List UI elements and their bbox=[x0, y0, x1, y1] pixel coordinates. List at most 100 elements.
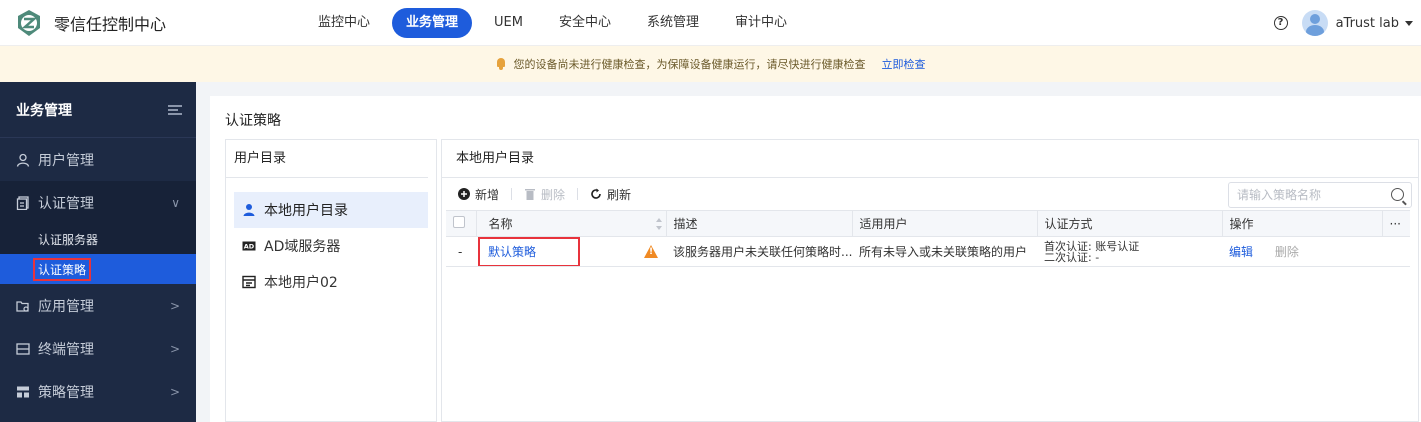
folder-gear-icon bbox=[16, 300, 29, 312]
sidebar-subitem-label: 认证策略 bbox=[33, 257, 92, 281]
chevron-right-icon: > bbox=[169, 384, 180, 399]
chevron-right-icon: > bbox=[169, 298, 180, 313]
sidebar-subitem-auth-policy[interactable]: 认证策略 bbox=[0, 254, 196, 284]
policy-users: 所有未导入或未关联策略的用户 bbox=[852, 236, 1037, 267]
nav-security[interactable]: 安全中心 bbox=[545, 8, 625, 38]
directory-item-ad[interactable]: AD AD域服务器 bbox=[234, 228, 428, 264]
page-title: 认证策略 bbox=[225, 113, 281, 129]
app-title: 零信任控制中心 bbox=[54, 14, 167, 34]
user-area: ? aTrust lab bbox=[1273, 0, 1413, 46]
policy-auth: 首次认证: 账号认证 二次认证: - bbox=[1037, 236, 1222, 267]
delete-link[interactable]: 删除 bbox=[1275, 245, 1299, 259]
user-icon bbox=[16, 153, 30, 167]
sidebar-item-label: 策略管理 bbox=[38, 384, 94, 401]
zero-trust-logo-icon bbox=[18, 9, 40, 36]
sidebar-item-label: 终端管理 bbox=[38, 341, 94, 358]
auth-second: 二次认证: - bbox=[1044, 250, 1100, 264]
select-all-checkbox[interactable] bbox=[453, 216, 465, 228]
policy-grid-icon bbox=[17, 386, 29, 397]
caret-down-icon[interactable] bbox=[1405, 20, 1413, 26]
sidebar-header: 业务管理 bbox=[0, 82, 196, 138]
add-label: 新增 bbox=[475, 187, 500, 202]
plus-circle-icon bbox=[458, 188, 470, 200]
sidebar-subitem-label: 认证服务器 bbox=[38, 232, 99, 247]
column-header-name[interactable]: 名称 bbox=[476, 210, 667, 237]
directory-item-label: 本地用户目录 bbox=[264, 203, 348, 219]
sidebar-item-users[interactable]: 用户管理 bbox=[0, 138, 196, 181]
sidebar: 业务管理 用户管理 认证管理 ∨ 认证服务器 认证策略 应用管理 > 终端管理 … bbox=[0, 82, 196, 422]
check-now-link[interactable]: 立即检查 bbox=[882, 56, 926, 72]
row-more-cell bbox=[1382, 236, 1410, 267]
user-icon bbox=[243, 204, 255, 216]
toolbar-divider bbox=[577, 188, 579, 200]
search-icon[interactable] bbox=[1391, 188, 1404, 201]
sidebar-item-label: 应用管理 bbox=[38, 298, 94, 315]
policy-ops: 编辑 删除 bbox=[1222, 236, 1382, 267]
help-icon[interactable]: ? bbox=[1273, 16, 1288, 30]
edit-link[interactable]: 编辑 bbox=[1229, 245, 1253, 259]
policy-name-cell: 默认策略 bbox=[476, 236, 666, 267]
nav-business[interactable]: 业务管理 bbox=[392, 7, 473, 38]
nav-audit[interactable]: 审计中心 bbox=[721, 8, 801, 38]
app-logo[interactable]: 零信任控制中心 bbox=[14, 8, 284, 38]
top-bar: 零信任控制中心 监控中心 业务管理 UEM 安全中心 系统管理 审计中心 ? a… bbox=[0, 0, 1421, 46]
sidebar-item-label: 用户管理 bbox=[38, 152, 94, 169]
nav-monitor[interactable]: 监控中心 bbox=[304, 8, 384, 38]
user-name[interactable]: aTrust lab bbox=[1336, 16, 1399, 31]
sidebar-group-auth: 认证管理 ∨ 认证服务器 认证策略 bbox=[0, 181, 196, 284]
user-directory-panel: 用户目录 本地用户目录 AD AD域服务器 本地用户02 bbox=[225, 139, 437, 422]
refresh-label: 刷新 bbox=[607, 187, 632, 202]
toolbar-divider bbox=[511, 188, 513, 200]
sidebar-subitem-auth-server[interactable]: 认证服务器 bbox=[0, 224, 196, 254]
directory-title: 用户目录 bbox=[226, 140, 428, 178]
main-content: 认证策略 用户目录 本地用户目录 AD AD域服务器 本地用户02 本地用户目录… bbox=[210, 96, 1421, 422]
nav-uem[interactable]: UEM bbox=[480, 8, 537, 38]
ad-badge-text: AD bbox=[244, 243, 255, 251]
column-header-users: 适用用户 bbox=[852, 210, 1038, 237]
bell-icon bbox=[496, 58, 506, 70]
chevron-right-icon: > bbox=[169, 341, 180, 356]
sort-icon[interactable] bbox=[655, 218, 662, 230]
column-header-ops: 操作 bbox=[1222, 210, 1383, 237]
sidebar-item-label: 认证管理 bbox=[38, 195, 94, 212]
notice-text: 您的设备尚未进行健康检查，为保障设备健康运行，请尽快进行健康检查 bbox=[513, 58, 866, 71]
nav-system[interactable]: 系统管理 bbox=[633, 8, 713, 38]
refresh-button[interactable]: 刷新 bbox=[590, 186, 631, 203]
delete-label: 删除 bbox=[541, 187, 566, 202]
policy-desc: 该服务器用户未关联任何策略时... bbox=[666, 236, 852, 267]
health-notice: 您的设备尚未进行健康检查，为保障设备健康运行，请尽快进行健康检查 立即检查 bbox=[0, 46, 1421, 82]
chevron-down-icon: ∨ bbox=[171, 195, 180, 210]
column-header-desc: 描述 bbox=[666, 210, 853, 237]
main-nav: 监控中心 业务管理 UEM 安全中心 系统管理 审计中心 bbox=[304, 7, 809, 38]
table-row[interactable]: - 默认策略 该服务器用户未关联任何策略时... 所有未导入或未关联策略的用户 … bbox=[446, 236, 1410, 267]
sidebar-title: 业务管理 bbox=[16, 102, 72, 119]
sidebar-item-terminals[interactable]: 终端管理 > bbox=[0, 327, 196, 370]
policy-table: 名称 描述 适用用户 认证方式 操作 ··· - 默认策略 该服务器用户未关 bbox=[446, 210, 1410, 267]
terminal-icon bbox=[16, 342, 30, 355]
column-header-auth: 认证方式 bbox=[1037, 210, 1223, 237]
column-header-label: 名称 bbox=[488, 217, 513, 231]
select-all-cell[interactable] bbox=[446, 210, 477, 237]
delete-button[interactable]: 删除 bbox=[524, 186, 565, 203]
sidebar-item-auth[interactable]: 认证管理 ∨ bbox=[0, 181, 196, 224]
ad-server-icon: AD bbox=[242, 241, 256, 251]
directory-item-local02[interactable]: 本地用户02 bbox=[234, 264, 428, 300]
add-button[interactable]: 新增 bbox=[458, 186, 499, 203]
collapse-menu-icon[interactable] bbox=[168, 104, 182, 115]
warning-icon[interactable] bbox=[644, 245, 658, 258]
avatar[interactable] bbox=[1301, 10, 1328, 36]
auth-first: 首次认证: 账号认证 bbox=[1044, 239, 1140, 253]
more-columns-icon[interactable]: ··· bbox=[1382, 210, 1410, 237]
row-index: - bbox=[446, 236, 476, 267]
search-input[interactable]: 请输入策略名称 bbox=[1228, 182, 1412, 208]
directory-list-icon bbox=[242, 275, 256, 289]
toolbar: 新增 删除 刷新 请输入策略名称 bbox=[442, 178, 1418, 210]
sidebar-item-policies[interactable]: 策略管理 > bbox=[0, 370, 196, 413]
trash-icon bbox=[525, 189, 536, 200]
directory-item-local[interactable]: 本地用户目录 bbox=[234, 192, 428, 228]
directory-item-label: 本地用户02 bbox=[264, 275, 338, 291]
highlight-box bbox=[478, 237, 580, 266]
document-icon bbox=[16, 195, 29, 210]
sidebar-item-apps[interactable]: 应用管理 > bbox=[0, 284, 196, 327]
policy-list-panel: 本地用户目录 新增 删除 刷新 请输入策略名称 名称 描述 适用用户 认证方式 … bbox=[441, 139, 1419, 422]
